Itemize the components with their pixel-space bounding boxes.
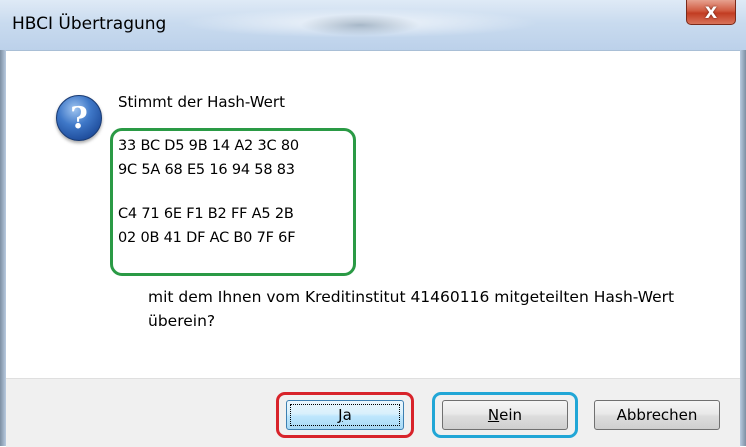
nein-highlight-box bbox=[432, 392, 578, 438]
close-icon: X bbox=[704, 2, 718, 22]
ja-highlight-box bbox=[276, 392, 414, 438]
dialog-window: HBCI Übertragung X ? Stimmt der Hash-Wer… bbox=[0, 0, 746, 447]
window-title: HBCI Übertragung bbox=[12, 14, 167, 34]
message-line-1: mit dem Ihnen vom Kreditinstitut 4146011… bbox=[148, 288, 675, 306]
question-text: Stimmt der Hash-Wert bbox=[118, 93, 285, 111]
abbrechen-button-label: Abbrechen bbox=[616, 406, 698, 424]
hash-line-3: C4 71 6E F1 B2 FF A5 2B bbox=[118, 206, 294, 222]
message-line-2: überein? bbox=[148, 312, 216, 330]
question-icon: ? bbox=[56, 95, 102, 141]
window-border-right bbox=[740, 50, 746, 446]
close-button[interactable]: X bbox=[686, 0, 736, 25]
title-bar[interactable]: HBCI Übertragung X bbox=[0, 0, 746, 51]
title-bar-shadow bbox=[300, 14, 420, 36]
abbrechen-button[interactable]: Abbrechen bbox=[594, 400, 720, 430]
hash-line-1: 33 BC D5 9B 14 A2 3C 80 bbox=[118, 138, 299, 154]
hash-line-4: 02 0B 41 DF AC B0 7F 6F bbox=[118, 230, 296, 246]
hash-line-2: 9C 5A 68 E5 16 94 58 83 bbox=[118, 162, 295, 178]
